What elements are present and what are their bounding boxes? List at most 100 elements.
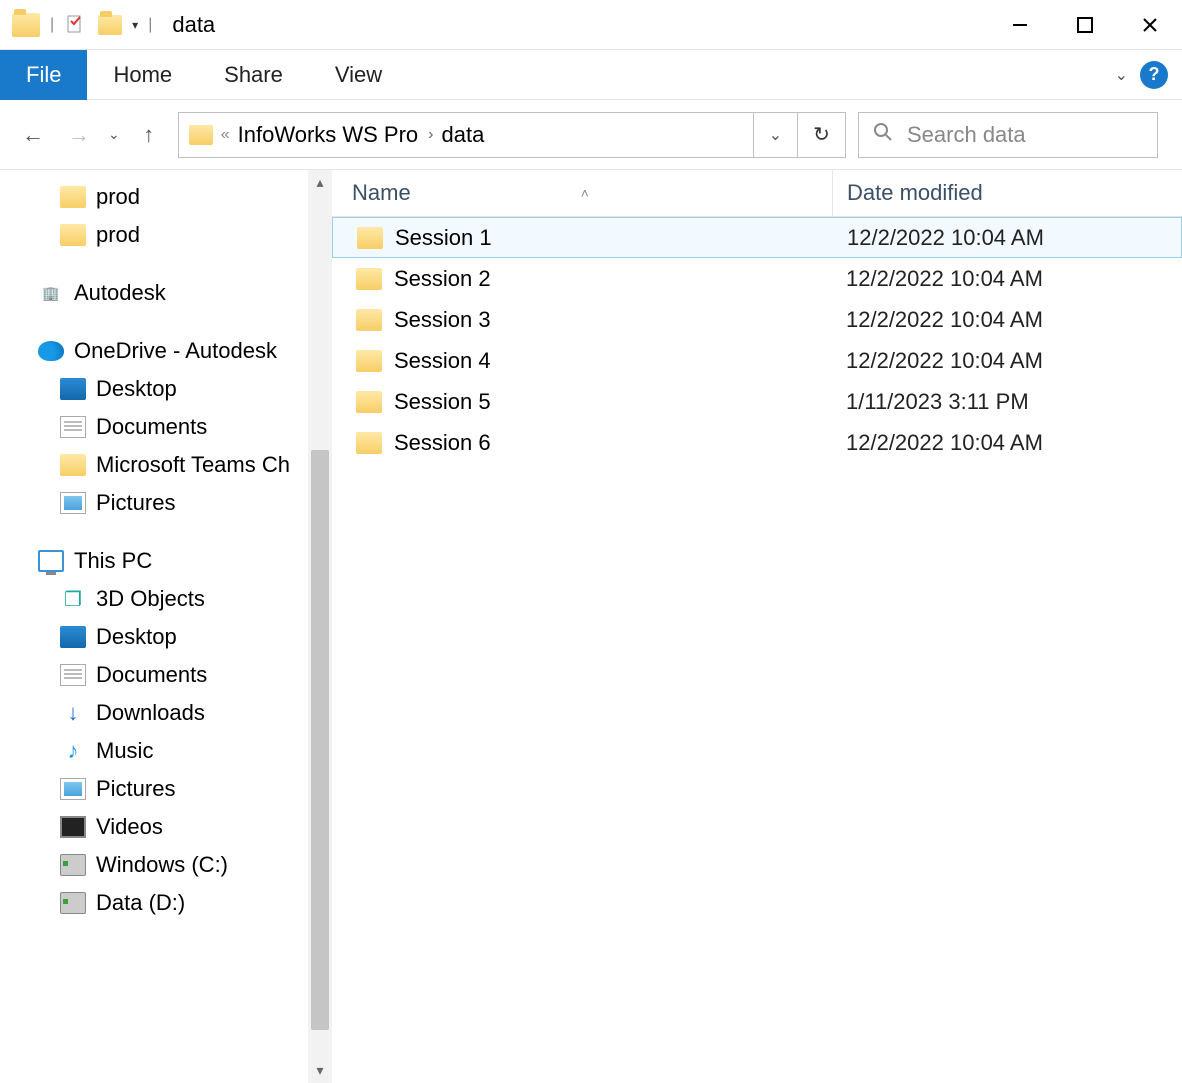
tree-label: Videos <box>96 814 163 840</box>
tree-item[interactable]: Data (D:) <box>0 884 332 922</box>
column-header-name[interactable]: Name ˄ <box>332 170 832 216</box>
pic-icon <box>60 492 86 514</box>
minimize-button[interactable] <box>987 0 1052 50</box>
search-box[interactable] <box>858 112 1158 158</box>
sort-ascending-icon: ˄ <box>581 185 589 201</box>
tab-view[interactable]: View <box>309 50 408 100</box>
address-bar[interactable]: « InfoWorks WS Pro › data ⌄ ↻ <box>178 112 846 158</box>
drive-icon <box>60 892 86 914</box>
tree-item[interactable]: ♪ Music <box>0 732 332 770</box>
file-date: 12/2/2022 10:04 AM <box>832 348 1182 374</box>
file-row[interactable]: Session 112/2/2022 10:04 AM <box>332 217 1182 258</box>
file-list[interactable]: Session 112/2/2022 10:04 AM Session 2 12/2… <box>332 217 1182 1083</box>
file-row[interactable]: Session 612/2/2022 10:04 AM <box>332 422 1182 463</box>
address-breadcrumbs[interactable]: « InfoWorks WS Pro › data <box>179 122 753 148</box>
tree-label: Desktop <box>96 376 177 402</box>
qat-customize-dropdown[interactable]: ▾ <box>132 18 138 32</box>
file-name: Session 2 <box>394 266 491 292</box>
refresh-button[interactable]: ↻ <box>797 113 845 157</box>
tree-label: This PC <box>74 548 152 574</box>
file-date: 12/2/2022 10:04 AM <box>833 225 1181 251</box>
desktop-icon <box>60 378 86 400</box>
tree-item[interactable]: Windows (C:) <box>0 846 332 884</box>
tree-item[interactable]: Pictures <box>0 770 332 808</box>
title-bar: | ▾ | data <box>0 0 1182 50</box>
folder-icon <box>60 224 86 246</box>
breadcrumb-label: data <box>442 122 485 148</box>
folder-icon <box>356 391 382 413</box>
tree-item[interactable]: OneDrive - Autodesk <box>0 332 332 370</box>
system-folder-icon[interactable] <box>12 13 40 37</box>
tree-item[interactable]: ↓Downloads <box>0 694 332 732</box>
folder-icon <box>60 186 86 208</box>
tree-label: Documents <box>96 662 207 688</box>
file-row[interactable]: Session 51/11/2023 3:11 PM <box>332 381 1182 422</box>
navigation-row: ← → ⌄ ↑ « InfoWorks WS Pro › data ⌄ ↻ <box>0 100 1182 170</box>
monitor-icon <box>38 550 64 572</box>
tree-item[interactable]: Pictures <box>0 484 332 522</box>
column-label: Date modified <box>847 180 983 205</box>
tree-item[interactable]: ❐ 3D Objects <box>0 580 332 618</box>
sidebar-scrollbar[interactable]: ▴ ▾ <box>308 170 332 1083</box>
tree-item[interactable]: Desktop <box>0 618 332 656</box>
tree-label: Autodesk <box>74 280 166 306</box>
tree-label: Pictures <box>96 776 175 802</box>
scroll-up-icon[interactable]: ▴ <box>308 174 332 191</box>
tree-item[interactable]: This PC <box>0 542 332 580</box>
tab-home[interactable]: Home <box>87 50 198 100</box>
tab-file[interactable]: File <box>0 50 87 100</box>
tree-label: prod <box>96 184 140 210</box>
tree-item[interactable]: Documents <box>0 656 332 694</box>
folder-icon <box>60 454 86 476</box>
recent-locations-dropdown[interactable]: ⌄ <box>108 126 120 143</box>
tree-label: prod <box>96 222 140 248</box>
cube-icon: ❐ <box>60 588 86 610</box>
address-overflow[interactable]: « <box>221 126 230 144</box>
scrollbar-thumb[interactable] <box>311 450 329 1030</box>
qat-separator: | <box>50 16 54 34</box>
maximize-button[interactable] <box>1052 0 1117 50</box>
address-history-dropdown[interactable]: ⌄ <box>753 113 797 157</box>
tree-item[interactable]: Videos <box>0 808 332 846</box>
tree-label: Microsoft Teams Ch <box>96 452 290 478</box>
tab-share[interactable]: Share <box>198 50 309 100</box>
file-name: Session 6 <box>394 430 491 456</box>
breadcrumb-segment-0[interactable]: InfoWorks WS Pro › <box>238 122 434 148</box>
tree-label: Data (D:) <box>96 890 185 916</box>
file-date: 12/2/2022 10:04 AM <box>832 266 1182 292</box>
scroll-down-icon[interactable]: ▾ <box>308 1062 332 1079</box>
folder-icon <box>356 350 382 372</box>
tree-item[interactable]: prod <box>0 216 332 254</box>
tree-label: 3D Objects <box>96 586 205 612</box>
drive-icon <box>60 854 86 876</box>
up-button[interactable]: ↑ <box>132 118 166 152</box>
back-button[interactable]: ← <box>16 118 50 152</box>
breadcrumb-segment-1[interactable]: data <box>442 122 485 148</box>
file-name: Session 5 <box>394 389 491 415</box>
new-folder-icon[interactable] <box>98 15 122 35</box>
onedrive-icon <box>38 341 64 361</box>
file-name: Session 4 <box>394 348 491 374</box>
column-label: Name <box>352 180 411 206</box>
tree-item[interactable]: Documents <box>0 408 332 446</box>
ribbon-collapse-icon[interactable]: ⌄ <box>1115 65 1128 85</box>
tree-label: Music <box>96 738 153 764</box>
tree-item[interactable]: Microsoft Teams Ch <box>0 446 332 484</box>
tree-item[interactable]: 🏢Autodesk <box>0 274 332 312</box>
tree-item[interactable]: prod <box>0 178 332 216</box>
chevron-right-icon[interactable]: › <box>428 126 433 144</box>
tree-item[interactable]: Desktop <box>0 370 332 408</box>
column-header-date[interactable]: Date modified <box>832 170 1182 216</box>
forward-button[interactable]: → <box>62 118 96 152</box>
file-row[interactable]: Session 2 12/2/2022 10:04 AM <box>332 258 1182 299</box>
desktop-icon <box>60 626 86 648</box>
properties-icon[interactable] <box>64 13 88 37</box>
quick-access-toolbar: | ▾ | data <box>0 12 215 38</box>
file-row[interactable]: Session 4 12/2/2022 10:04 AM <box>332 340 1182 381</box>
help-icon[interactable]: ? <box>1140 61 1168 89</box>
music-icon: ♪ <box>60 740 86 762</box>
search-input[interactable] <box>907 122 1143 148</box>
file-row[interactable]: Session 312/2/2022 10:04 AM <box>332 299 1182 340</box>
close-button[interactable] <box>1117 0 1182 50</box>
ribbon-tabs: File Home Share View ⌄ ? <box>0 50 1182 100</box>
